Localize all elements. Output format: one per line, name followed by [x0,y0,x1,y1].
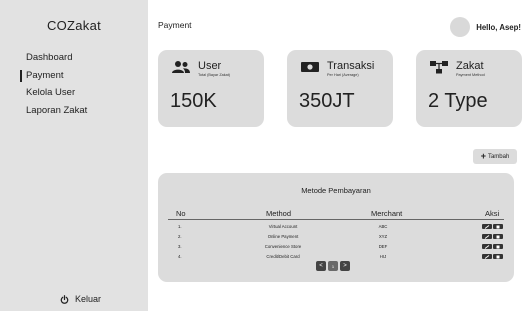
row-merchant: HIJ [379,254,387,259]
avatar[interactable] [450,17,471,37]
network-icon [429,60,449,79]
delete-icon[interactable] [493,234,503,239]
edit-icon[interactable] [482,224,492,229]
card-value: 150K [170,90,217,112]
column-header-no: No [176,209,186,218]
add-button[interactable]: + Tambah [473,149,517,164]
card-subtitle: Total (Bayar Zakat) [198,73,231,77]
card-subtitle: Payment Method [456,73,485,77]
row-no: 1. [178,224,182,229]
stat-card-transaksi: Transaksi Per Hari (Average) 350JT [287,50,393,127]
next-page-button[interactable]: > [340,261,350,271]
column-header-method: Method [266,209,292,218]
column-header-aksi: Aksi [485,209,500,218]
row-merchant: DEF [378,244,388,249]
row-method: Virtual Account [268,224,298,229]
row-no: 4. [178,254,182,259]
card-subtitle: Per Hari (Average) [327,73,359,77]
greeting-text: Hello, Asep! [476,22,521,32]
pagination: < 1 > [316,261,350,271]
sidebar-item-laporan-zakat[interactable]: Laporan Zakat [26,104,87,122]
header-divider [168,219,504,220]
card-value: 350JT [299,90,355,112]
sidebar-nav: Dashboard Payment Kelola User Laporan Za… [19,51,87,122]
money-icon [300,60,320,79]
prev-page-button[interactable]: < [316,261,326,271]
delete-icon[interactable] [493,254,503,259]
row-method: Credit/Debit Card [266,254,300,259]
sidebar-item-dashboard[interactable]: Dashboard [26,51,87,69]
stat-card-user: User Total (Bayar Zakat) 150K [158,50,264,127]
edit-icon[interactable] [482,234,492,239]
user-menu[interactable]: Hello, Asep! [450,17,521,37]
stat-card-zakat: Zakat Payment Method 2 Type [416,50,522,127]
delete-icon[interactable] [493,244,503,249]
card-value: 2 Type [428,90,488,112]
payment-method-panel: Metode Pembayaran No Method Merchant Aks… [158,173,514,282]
edit-icon[interactable] [482,244,492,249]
card-title: Transaksi [327,60,375,72]
row-no: 3. [178,244,182,249]
main-content: Payment Hello, Asep! User Total (Bayar Z… [148,0,532,311]
panel-title: Metode Pembayaran [301,186,371,195]
logout-label: Keluar [75,294,102,304]
row-no: 2. [178,234,182,239]
add-button-label: Tambah [487,153,510,160]
row-merchant: XYZ [378,234,388,239]
sidebar: COZakat Dashboard Payment Kelola User La… [0,0,148,311]
plus-icon: + [480,151,486,161]
card-title: User [198,60,222,72]
column-header-merchant: Merchant [371,209,403,218]
delete-icon[interactable] [493,224,503,229]
logout-button[interactable]: Keluar [60,294,101,304]
current-page-button[interactable]: 1 [328,261,338,271]
power-icon [60,294,69,304]
page-title: Payment [158,20,192,30]
users-icon [171,60,191,79]
edit-icon[interactable] [482,254,492,259]
sidebar-item-payment[interactable]: Payment [19,69,87,87]
card-title: Zakat [456,60,484,72]
row-method: Online Payment [267,234,299,239]
sidebar-item-kelola-user[interactable]: Kelola User [26,86,87,104]
row-merchant: ABC [378,224,388,229]
row-method: Convenience Store [264,244,302,249]
brand-logo: COZakat [46,18,102,33]
